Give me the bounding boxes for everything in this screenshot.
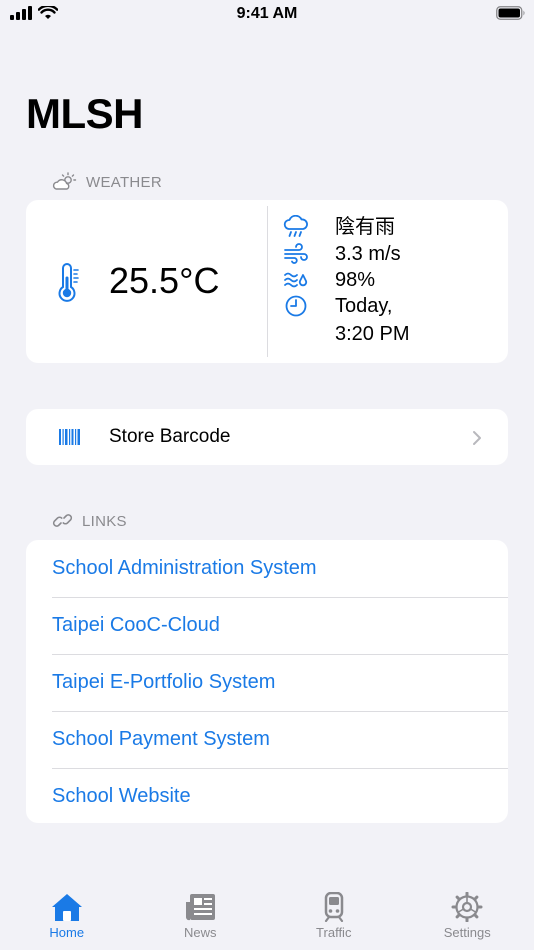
status-bar: 9:41 AM (0, 0, 534, 30)
humidity-value: 98% (335, 269, 376, 291)
links-section-title: LINKS (82, 512, 127, 530)
tab-news[interactable]: News (134, 868, 268, 950)
links-section-header: LINKS (52, 511, 127, 531)
chevron-right-icon (473, 431, 481, 445)
tab-home[interactable]: Home (0, 868, 134, 950)
weather-condition-row: 陰有雨 (283, 215, 395, 240)
weather-humidity-row: 98% (283, 268, 375, 293)
weather-temperature-panel: 25.5°C (26, 200, 267, 363)
barcode-icon (59, 429, 80, 445)
weather-condition: 陰有雨 (335, 216, 395, 238)
tab-traffic[interactable]: Traffic (267, 868, 401, 950)
link-icon (52, 514, 73, 527)
store-barcode-button[interactable]: Store Barcode (26, 409, 508, 465)
weather-section-header: WEATHER (52, 172, 162, 192)
wind-icon (284, 243, 308, 264)
links-list: School Administration System Taipei CooC… (26, 540, 508, 823)
tab-settings[interactable]: Settings (401, 868, 534, 950)
updated-time: Today, 3:20 PM (335, 294, 409, 347)
tab-settings-label: Settings (443, 925, 491, 940)
link-taipei-cooc-cloud[interactable]: Taipei CooC-Cloud (26, 597, 508, 654)
house-icon (51, 894, 82, 921)
tab-bar: Home News Traffic Settings (0, 868, 534, 950)
tram-icon (324, 892, 343, 922)
humidity-icon (284, 272, 308, 288)
weather-section-title: WEATHER (86, 173, 162, 191)
weather-wind-row: 3.3 m/s (283, 242, 401, 267)
newspaper-icon (186, 894, 216, 921)
link-taipei-e-portfolio-system[interactable]: Taipei E-Portfolio System (26, 654, 508, 711)
page-title: MLSH (26, 90, 144, 137)
clock-icon (285, 295, 307, 317)
weather-divider (267, 206, 268, 357)
store-barcode-label: Store Barcode (109, 426, 231, 447)
temperature-value: 25.5°C (109, 260, 220, 301)
tab-news-label: News (183, 925, 217, 940)
gear-icon (451, 892, 483, 922)
updated-time-line2: 3:20 PM (335, 323, 410, 345)
status-time: 9:41 AM (236, 5, 298, 22)
cloud-rain-icon (283, 215, 308, 237)
link-school-administration-system[interactable]: School Administration System (26, 540, 508, 597)
thermometer-icon (58, 263, 79, 302)
wind-speed: 3.3 m/s (335, 243, 401, 265)
tab-home-label: Home (49, 925, 85, 940)
weather-updated-row: Today, 3:20 PM (283, 294, 409, 347)
link-school-website[interactable]: School Website (26, 768, 508, 823)
updated-time-line1: Today, (335, 295, 393, 317)
link-school-payment-system[interactable]: School Payment System (26, 711, 508, 768)
weather-card: 25.5°C 陰有雨 3.3 m/s 98% Today, 3:20 PM (26, 200, 508, 363)
tab-traffic-label: Traffic (316, 925, 352, 940)
battery-icon (496, 6, 526, 25)
cloud-sun-icon (52, 172, 77, 190)
